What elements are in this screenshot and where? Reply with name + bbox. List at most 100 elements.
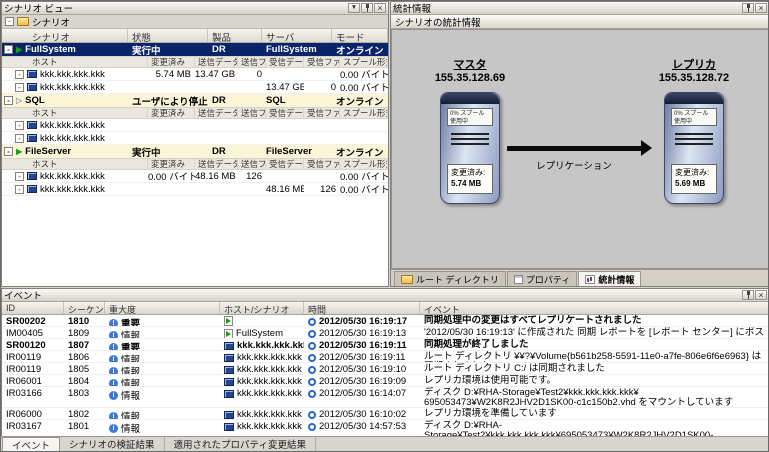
event-text: '2012/05/30 16:19:13' に作成された 同期 レポートを [レ… (420, 327, 769, 339)
host-subheader: ホスト 変更済み 送信データ 送信ファイル 受信データ 受信ファイル スプール形… (2, 56, 388, 68)
collapse-icon[interactable]: - (15, 83, 24, 92)
subcol-spool: スプール形式 (340, 57, 388, 67)
tab-label: プロパティ (526, 273, 570, 286)
event-row[interactable]: IR00119 1806 i情報 kkk.kkk.kkk.kkk 2012/05… (2, 351, 769, 363)
scenario-panel-title: シナリオ ビュー (4, 1, 347, 15)
scenario-name: SQL (25, 95, 45, 106)
host-computer-icon (27, 172, 37, 180)
col-severity[interactable]: 重大度 (105, 302, 220, 314)
event-severity: 情報 (121, 364, 140, 375)
subcol-sent-data: 送信データ (195, 57, 238, 67)
col-scenario[interactable]: シナリオ (2, 29, 128, 42)
host-name: kkk.kkk.kkk.kkk (40, 120, 105, 131)
scenario-row-sql[interactable]: - ▷ SQL ユーザにより停止 DR SQL オンライン (2, 94, 388, 107)
close-button[interactable]: × (755, 3, 767, 13)
event-seq: 1805 (64, 363, 105, 375)
collapse-icon[interactable]: - (5, 17, 14, 26)
event-row[interactable]: IM00405 1809 i情報 FullSystem 2012/05/30 1… (2, 327, 769, 339)
host-row[interactable]: - kkk.kkk.kkk.kkk 48.16 MB 126 0.00 バイト (2, 183, 388, 196)
event-panel: イベント × ID シーケンス 重大度 ホスト/シナリオ 時間 イベント SR0… (1, 288, 769, 438)
replica-changed-box: 変更済み: 5.69 MB (671, 164, 717, 194)
changed-label: 変更済み: (675, 167, 713, 178)
scenario-name: FileServer (25, 146, 71, 157)
event-row[interactable]: IR06001 1804 i情報 kkk.kkk.kkk.kkk 2012/05… (2, 375, 769, 387)
col-host-scenario[interactable]: ホスト/シナリオ (220, 302, 304, 314)
subcol-spool: スプール形式 (340, 108, 388, 118)
tab-root-directories[interactable]: ルート ディレクトリ (394, 271, 506, 286)
pin-icon (745, 291, 752, 299)
event-row[interactable]: IR06000 1802 i情報 kkk.kkk.kkk.kkk 2012/05… (2, 408, 769, 420)
host-row[interactable]: - kkk.kkk.kkk.kkk 0.00 バイト 48.16 MB 126 … (2, 170, 388, 183)
collapse-icon[interactable]: - (15, 172, 24, 181)
col-sequence[interactable]: シーケンス (64, 302, 105, 314)
col-id[interactable]: ID (2, 302, 64, 314)
event-row[interactable]: SR00120 1807 !重要 kkk.kkk.kkk.kkk 2012/05… (2, 339, 769, 351)
master-role-label: マスタ (410, 56, 530, 72)
event-row[interactable]: IR00119 1805 i情報 kkk.kkk.kkk.kkk 2012/05… (2, 363, 769, 375)
host-name: kkk.kkk.kkk.kkk (40, 82, 105, 93)
tab-statistics[interactable]: 統計情報 (578, 271, 641, 286)
close-icon: × (377, 4, 382, 13)
host-row[interactable]: - kkk.kkk.kkk.kkk (2, 132, 388, 145)
host-row[interactable]: - kkk.kkk.kkk.kkk 13.47 GB 0 0.00 バイト (2, 81, 388, 94)
tab-label: シナリオの検証結果 (69, 437, 155, 451)
collapse-icon[interactable]: - (15, 121, 24, 130)
statistics-panel-titlebar[interactable]: 統計情報 × (391, 2, 769, 15)
scenario-server: FileServer (262, 146, 332, 157)
subcol-changed: 変更済み (148, 108, 195, 118)
event-text: ルート ディレクトリ C:/ は同期されました (420, 363, 769, 375)
scenario-table-header: シナリオ 状態 製品 サーバ モード (2, 29, 388, 43)
event-row[interactable]: IR03166 1803 i情報 kkk.kkk.kkk.kkk 2012/05… (2, 387, 769, 408)
pin-button[interactable] (742, 3, 754, 13)
collapse-icon[interactable]: - (4, 96, 13, 105)
collapse-icon[interactable]: - (15, 185, 24, 194)
close-button[interactable]: × (374, 3, 386, 13)
panel-menu-button[interactable]: ▼ (348, 3, 360, 13)
tab-properties[interactable]: プロパティ (507, 271, 577, 286)
scenario-state: 実行中 (128, 43, 208, 57)
pin-button[interactable] (361, 3, 373, 13)
tab-label: 適用されたプロパティ変更結果 (174, 437, 306, 451)
event-panel-titlebar[interactable]: イベント × (2, 289, 769, 302)
event-time: 2012/05/30 16:19:17 (319, 316, 407, 327)
server-vents (675, 133, 713, 146)
event-seq: 1806 (64, 351, 105, 363)
event-severity: 情報 (121, 388, 140, 402)
col-server[interactable]: サーバ (262, 29, 332, 42)
statistics-tab-strip: ルート ディレクトリ プロパティ 統計情報 (391, 269, 769, 286)
collapse-icon[interactable]: - (15, 70, 24, 79)
host-row[interactable]: - kkk.kkk.kkk.kkk (2, 119, 388, 132)
event-id: IR03166 (2, 387, 64, 400)
scenario-server: FullSystem (262, 44, 332, 55)
folder-icon (17, 17, 29, 26)
col-state[interactable]: 状態 (128, 29, 208, 42)
scenario-row-fileserver[interactable]: - ▶ FileServer 実行中 DR FileServer オンライン (2, 145, 388, 158)
col-time[interactable]: 時間 (304, 302, 420, 314)
scenario-tree-root[interactable]: - シナリオ (2, 15, 388, 29)
event-row[interactable]: SR00202 1810 !重要 2012/05/30 16:19:17 同期処… (2, 315, 769, 327)
col-event[interactable]: イベント (420, 302, 769, 314)
host-computer-icon (224, 411, 234, 419)
changed-label: 変更済み: (451, 167, 489, 178)
tab-applied-property-changes[interactable]: 適用されたプロパティ変更結果 (165, 437, 316, 451)
collapse-icon[interactable]: - (4, 45, 13, 54)
close-button[interactable]: × (755, 290, 767, 300)
tab-events[interactable]: イベント (2, 437, 60, 451)
scenario-row-fullsystem[interactable]: - ▶ FullSystem 実行中 DR FullSystem オンライン (2, 43, 388, 56)
pin-button[interactable] (742, 290, 754, 300)
host-row[interactable]: - kkk.kkk.kkk.kkk 5.74 MB 13.47 GB 0 0.0… (2, 68, 388, 81)
collapse-icon[interactable]: - (15, 134, 24, 143)
host-received-files: 0 (304, 82, 340, 93)
pin-icon (745, 4, 752, 12)
tab-label: イベント (12, 438, 50, 452)
scenario-panel-titlebar[interactable]: シナリオ ビュー ▼ × (2, 2, 388, 15)
event-seq: 1810 (64, 315, 105, 327)
event-host: kkk.kkk.kkk.kkk (237, 352, 302, 363)
col-product[interactable]: 製品 (208, 29, 262, 42)
event-time: 2012/05/30 14:57:53 (319, 421, 406, 432)
tab-scenario-validation-results[interactable]: シナリオの検証結果 (60, 437, 165, 451)
collapse-icon[interactable]: - (4, 147, 13, 156)
col-mode[interactable]: モード (332, 29, 388, 42)
subcol-sent-data: 送信データ (195, 159, 238, 169)
host-computer-icon (224, 342, 234, 350)
